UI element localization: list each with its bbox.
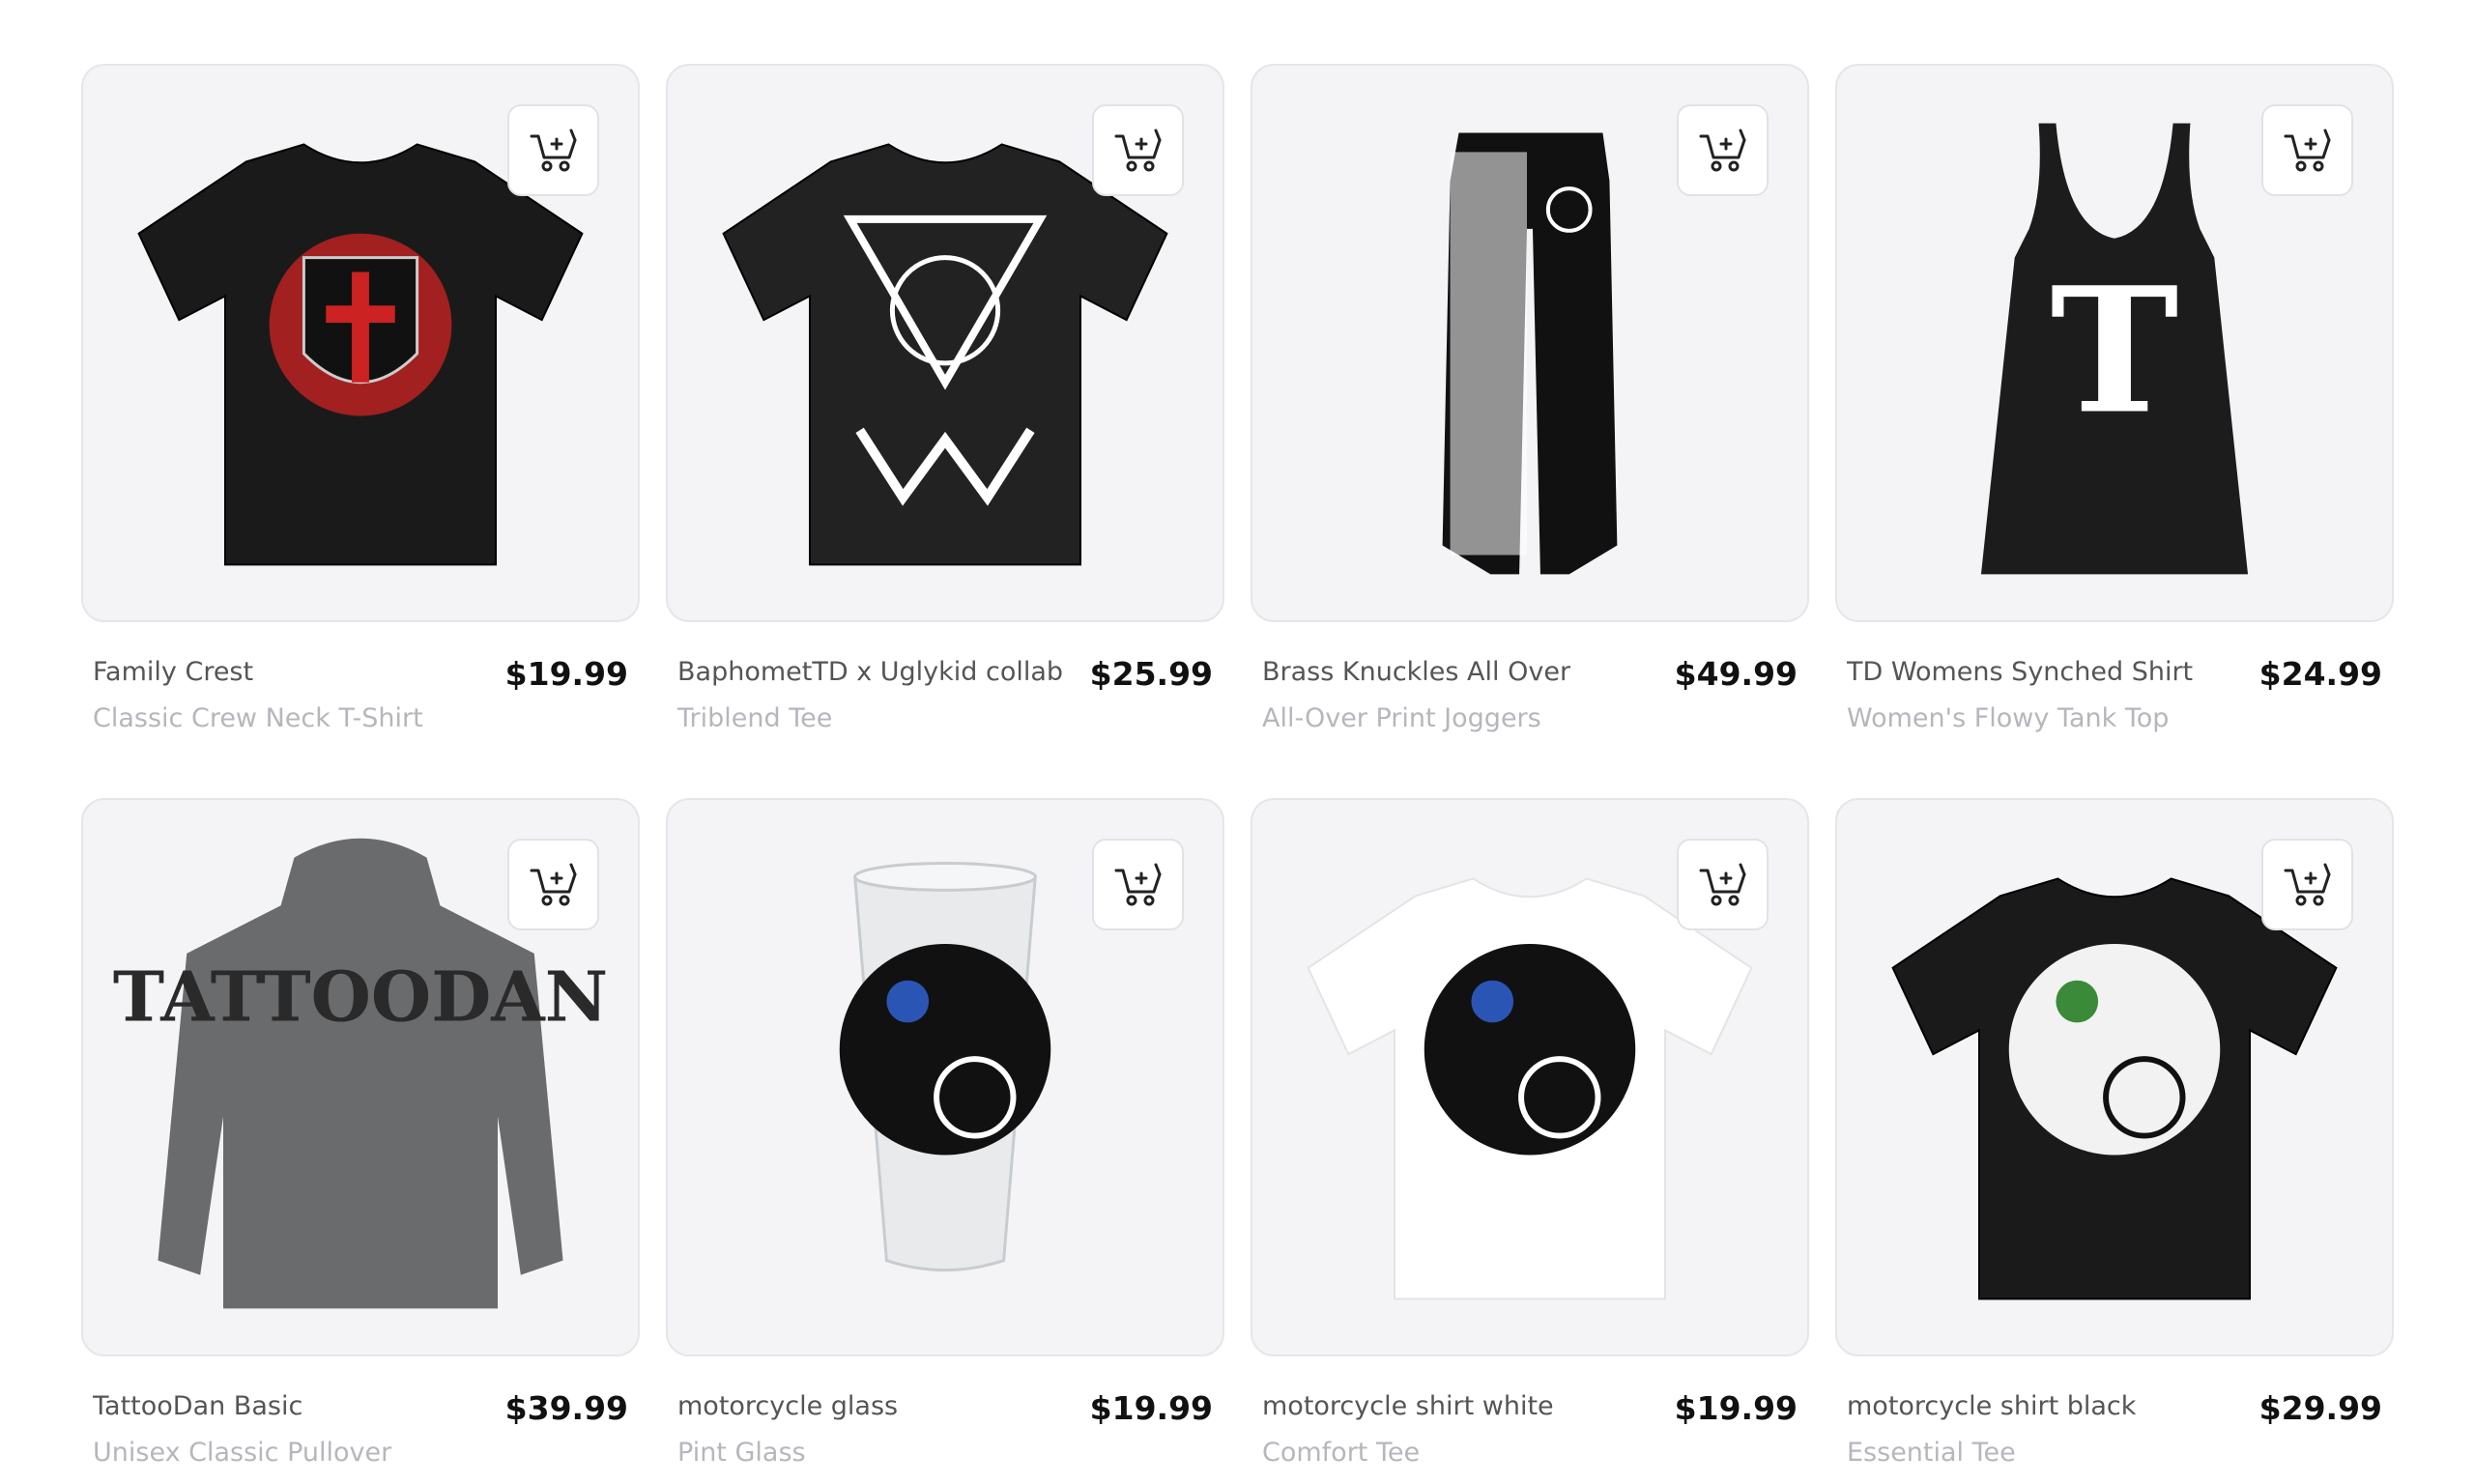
cart-add-icon (530, 863, 576, 905)
product-name[interactable]: motorcycle shirt black (1847, 1391, 2136, 1421)
product-card[interactable]: TATTOODAN TattooDan Basic $39.99 Unisex … (81, 798, 640, 1484)
product-price: $19.99 (1089, 1389, 1213, 1427)
product-image[interactable] (666, 64, 1224, 622)
svg-text:T: T (2050, 250, 2178, 453)
product-type: Women's Flowy Tank Top (1847, 703, 2170, 733)
add-to-cart-button[interactable] (2261, 839, 2353, 930)
product-name[interactable]: Brass Knuckles All Over (1262, 657, 1570, 687)
product-name[interactable]: motorcycle shirt white (1262, 1391, 1554, 1421)
product-image[interactable] (81, 64, 640, 622)
product-type: All-Over Print Joggers (1262, 703, 1541, 733)
product-price: $49.99 (1674, 655, 1798, 693)
add-to-cart-button[interactable] (1677, 839, 1769, 930)
product-price: $24.99 (2258, 655, 2382, 693)
product-name[interactable]: TD Womens Synched Shirt (1847, 657, 2193, 687)
product-price: $19.99 (1674, 1389, 1798, 1427)
product-card[interactable]: motorcycle shirt white $19.99 Comfort Te… (1251, 798, 1809, 1484)
cart-add-icon (1114, 128, 1161, 171)
cart-add-icon (1114, 863, 1161, 905)
product-card[interactable]: Family Crest $19.99 Classic Crew Neck T-… (81, 64, 640, 750)
add-to-cart-button[interactable] (1092, 104, 1184, 196)
product-name[interactable]: TattooDan Basic (93, 1391, 302, 1421)
svg-text:TATTOODAN: TATTOODAN (113, 956, 608, 1037)
product-type: Classic Crew Neck T-Shirt (93, 703, 423, 733)
cart-add-icon (2284, 863, 2330, 905)
product-name[interactable]: BaphometTD x Uglykid collab (677, 657, 1063, 687)
product-price: $29.99 (2258, 1389, 2382, 1427)
product-type: Triblend Tee (677, 703, 833, 733)
add-to-cart-button[interactable] (507, 104, 599, 196)
product-type: Essential Tee (1847, 1438, 2016, 1468)
add-to-cart-button[interactable] (1677, 104, 1769, 196)
add-to-cart-button[interactable] (507, 839, 599, 930)
product-card[interactable]: BaphometTD x Uglykid collab $25.99 Tribl… (666, 64, 1224, 750)
product-type: Unisex Classic Pullover (93, 1438, 392, 1468)
cart-add-icon (530, 128, 576, 171)
product-card[interactable]: Brass Knuckles All Over $49.99 All-Over … (1251, 64, 1809, 750)
product-name[interactable]: Family Crest (93, 657, 253, 687)
cart-add-icon (1699, 863, 1745, 905)
product-image[interactable] (666, 798, 1224, 1356)
product-card[interactable]: motorcycle shirt black $29.99 Essential … (1835, 798, 2394, 1484)
product-image[interactable] (1251, 64, 1809, 622)
product-image[interactable]: TATTOODAN (81, 798, 640, 1356)
product-type: Comfort Tee (1262, 1438, 1421, 1468)
product-grid: Family Crest $19.99 Classic Crew Neck T-… (81, 64, 2395, 1484)
cart-add-icon (2284, 128, 2330, 171)
add-to-cart-button[interactable] (2261, 104, 2353, 196)
add-to-cart-button[interactable] (1092, 839, 1184, 930)
product-price: $39.99 (504, 1389, 628, 1427)
product-card[interactable]: motorcycle glass $19.99 Pint Glass (666, 798, 1224, 1484)
product-image[interactable] (1251, 798, 1809, 1356)
product-image[interactable] (1835, 798, 2394, 1356)
cart-add-icon (1699, 128, 1745, 171)
product-type: Pint Glass (677, 1438, 806, 1468)
product-price: $25.99 (1089, 655, 1213, 693)
product-name[interactable]: motorcycle glass (677, 1391, 898, 1421)
product-card[interactable]: T TD Womens Synched Shirt $24.99 Women's… (1835, 64, 2394, 750)
product-price: $19.99 (504, 655, 628, 693)
product-image[interactable]: T (1835, 64, 2394, 622)
